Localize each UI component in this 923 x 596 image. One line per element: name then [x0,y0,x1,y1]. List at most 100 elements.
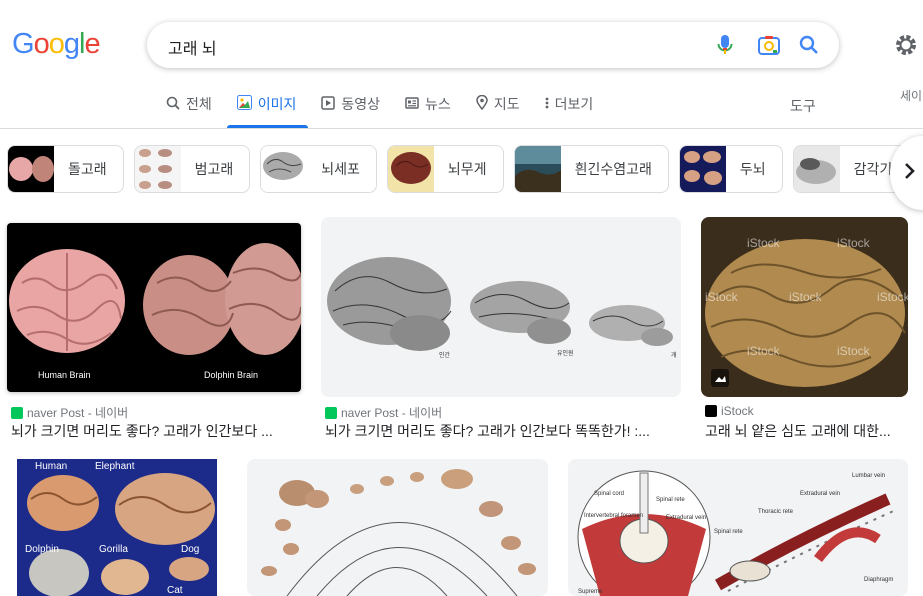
image-result[interactable]: 인간 유인원 개 naver Post - 네이버 뇌가 크기면 머리도 좋다?… [321,217,681,443]
logo-letter: o [48,28,65,60]
chip-label: 흰긴수염고래 [574,161,652,177]
result-source[interactable]: naver Post - 네이버 [11,404,128,421]
image-caption: Diaphragm [864,577,893,583]
source-label: naver Post - 네이버 [341,406,443,420]
result-source[interactable]: naver Post - 네이버 [325,404,442,421]
watermark: iStock [837,344,871,358]
image-caption: 개 [671,351,677,359]
google-logo[interactable]: Google [12,28,101,61]
image-caption: Lumbar vein [852,473,885,479]
chip-brain-cell[interactable]: 뇌세포 [260,145,377,193]
chip-blue-whale[interactable]: 흰긴수염고래 [513,145,669,193]
chip-thumbnail [514,146,561,192]
search-tabs: 전체 이미지 동영상 뉴스 지도 더보기 [166,94,618,128]
map-pin-icon [476,94,488,113]
logo-letter: g [63,28,80,60]
chip-label: 뇌세포 [321,161,360,177]
image-caption: Human [35,461,67,472]
tab-more[interactable]: 더보기 [545,94,594,114]
human-brain-image [9,249,125,353]
search-input[interactable]: 고래 뇌 [168,35,217,59]
tab-all[interactable]: 전체 [166,94,212,114]
watermark: iStock [837,236,871,250]
image-caption: Spinal rete [714,529,743,535]
chip-label: 범고래 [194,161,234,177]
search-icon[interactable] [797,33,821,57]
result-image[interactable] [247,459,548,596]
chip-thumbnail [793,146,840,192]
chip-label: 돌고래 [68,161,107,177]
chip-brain-weight[interactable]: 뇌무게 [386,145,504,193]
image-caption: Dolphin [25,544,59,555]
chip-brain[interactable]: 두뇌 [678,145,783,193]
tab-label: 지도 [493,96,520,112]
result-title[interactable]: 고래 뇌 얕은 심도 고래에 대한... [705,421,913,441]
search-icon [166,96,180,113]
related-search-chips: 돌고래 범고래 뇌세포 뇌무게 흰긴수염고래 두뇌 감각기 [7,145,910,193]
more-vert-icon [545,96,549,113]
watermark: iStock [789,290,823,304]
naver-post-favicon [11,406,23,419]
image-caption: Extradural vein [800,491,840,497]
image-icon [236,95,252,113]
image-caption: Dolphin Brain [204,370,258,380]
result-source[interactable]: iStock [705,404,754,418]
image-caption: 유인원 [557,349,574,357]
divider [0,128,923,129]
chip-thumbnail [8,146,54,192]
result-image[interactable]: 인간 유인원 개 [321,217,681,397]
image-result[interactable]: iStock iStock iStock iStock iStock iStoc… [701,217,917,443]
naver-post-favicon [325,406,337,419]
tab-videos[interactable]: 동영상 [321,94,380,114]
search-box[interactable]: 고래 뇌 [147,22,839,68]
result-image[interactable]: iStock iStock iStock iStock iStock iStoc… [701,217,908,397]
tab-label: 더보기 [554,96,594,112]
watermark: iStock [877,290,908,304]
result-title[interactable]: 뇌가 크기면 머리도 좋다? 고래가 인간보다 똑똑한가! :... [325,421,681,441]
tab-label: 전체 [186,96,212,112]
image-result[interactable]: Lumbar vein Spinal cord Spinal rete Extr… [568,459,908,596]
image-result[interactable]: Human Brain Dolphin Brain naver Post - 네… [7,223,301,443]
image-caption: Supreme [578,589,603,595]
chip-dolphin[interactable]: 돌고래 [7,145,124,193]
istock-favicon [705,405,717,417]
result-image[interactable]: Human Brain Dolphin Brain [7,223,301,392]
result-image[interactable]: Human Elephant Dolphin Gorilla Dog Cat [7,459,227,596]
tab-maps[interactable]: 지도 [476,94,520,114]
watermark: iStock [705,290,739,304]
source-label: naver Post - 네이버 [27,406,129,420]
microphone-icon[interactable] [713,33,737,57]
image-caption: Elephant [95,461,135,472]
tools-button[interactable]: 도구 [790,96,816,116]
image-result[interactable]: Human Elephant Dolphin Gorilla Dog Cat [7,459,227,596]
tab-label: 이미지 [257,96,297,112]
chip-label: 두뇌 [739,161,766,177]
safesearch-label[interactable]: 세이 [900,87,922,104]
chevron-right-icon [904,162,916,185]
video-icon [321,95,336,113]
image-caption: Spinal rete [656,497,685,503]
image-caption: Extradural vein [666,515,706,521]
chip-thumbnail [134,146,181,192]
chip-orca[interactable]: 범고래 [133,145,251,193]
chip-thumbnail [387,146,434,192]
image-result[interactable] [247,459,548,596]
result-title[interactable]: 뇌가 크기면 머리도 좋다? 고래가 인간보다 ... [11,421,301,441]
gear-icon[interactable] [894,33,918,57]
image-caption: Thoracic rete [758,509,794,515]
chip-label: 뇌무게 [447,161,487,177]
logo-letter: G [12,28,35,60]
image-caption: Human Brain [38,370,91,380]
logo-letter: e [84,28,100,60]
watermark: iStock [747,344,781,358]
image-caption: Gorilla [99,544,128,555]
result-image[interactable]: Lumbar vein Spinal cord Spinal rete Extr… [568,459,908,596]
news-icon [405,96,419,113]
camera-lens-icon[interactable] [757,33,781,57]
tab-label: 동영상 [341,96,381,112]
tab-images[interactable]: 이미지 [226,94,308,128]
image-caption: Intervertebral foramen [584,513,643,519]
tab-news[interactable]: 뉴스 [405,94,451,114]
logo-letter: o [33,28,50,60]
source-label: iStock [721,404,754,418]
